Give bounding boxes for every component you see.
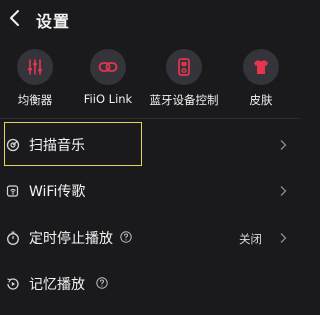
divider [0,118,300,119]
page-title: 设置 [36,12,71,31]
shortcut-skin[interactable]: 皮肤 [221,44,301,112]
shortcut-label: FiiO Link [83,92,133,106]
chevron-right-icon [280,140,287,150]
help-icon[interactable] [120,231,132,243]
header: 设置 [0,0,300,36]
row-label: WiFi传歌 [29,184,86,200]
timer-icon [7,231,19,245]
shirt-icon [243,49,279,85]
bluetooth-device-icon [166,49,202,85]
row-wifi-transfer[interactable]: WiFi传歌 [0,169,300,213]
chevron-right-icon [280,233,287,243]
chevron-right-icon [280,186,287,196]
equalizer-icon [17,49,53,85]
row-label: 记忆播放 [29,277,85,293]
link-icon [90,49,126,85]
row-sleep-timer[interactable]: 定时停止播放 关闭 [0,216,300,260]
shortcut-label: 皮肤 [249,93,273,107]
memory-play-icon [7,278,19,290]
wifi-transfer-icon [6,185,19,197]
help-icon[interactable] [96,277,108,289]
shortcut-label: 蓝牙设备控制 [149,93,219,107]
back-arrow-icon[interactable] [7,8,23,28]
shortcut-equalizer[interactable]: 均衡器 [0,44,75,112]
timer-status-value: 关闭 [239,232,262,246]
shortcut-bluetooth-control[interactable]: 蓝牙设备控制 [144,44,224,112]
shortcut-grid: 均衡器 FiiO Link 蓝牙设备控制 皮肤 [0,44,300,116]
row-memory-play[interactable]: 记忆播放 [0,262,300,306]
row-label: 定时停止播放 [29,231,113,247]
shortcut-label: 均衡器 [17,93,53,107]
shortcut-fiio-link[interactable]: FiiO Link [68,44,148,112]
highlight-box [4,122,142,166]
